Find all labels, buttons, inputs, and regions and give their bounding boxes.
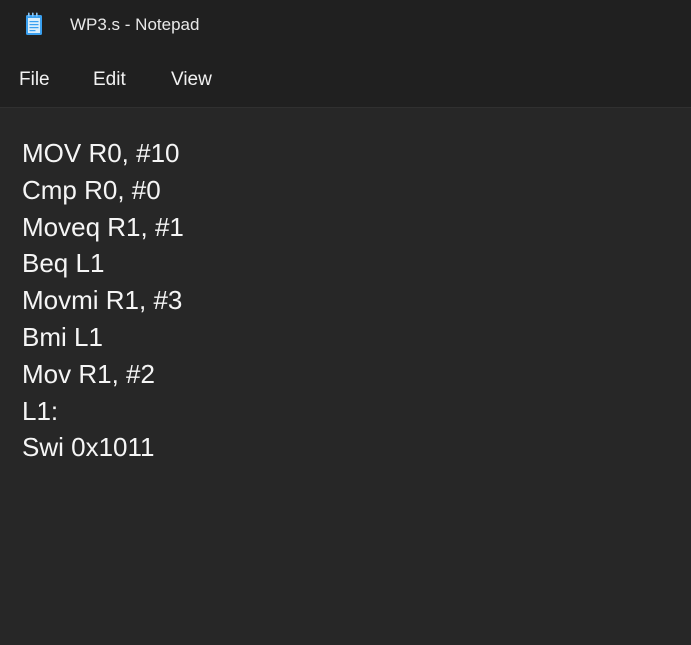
notepad-window: WP3.s - Notepad File Edit View MOV R0, #… — [0, 0, 691, 645]
code-line[interactable]: Moveq R1, #1 — [22, 209, 184, 246]
window-title: WP3.s - Notepad — [70, 15, 200, 34]
text-editor-area[interactable]: MOV R0, #10 Cmp R0, #0 Moveq R1, #1 Beq … — [0, 108, 691, 645]
code-line[interactable]: Cmp R0, #0 — [22, 172, 184, 209]
menu-view[interactable]: View — [171, 68, 212, 92]
menu-edit[interactable]: Edit — [93, 68, 126, 92]
code-line[interactable]: Swi 0x1011 — [22, 429, 184, 466]
code-line[interactable]: Movmi R1, #3 — [22, 282, 184, 319]
code-line[interactable]: L1: — [22, 393, 184, 430]
menu-bar: File Edit View — [0, 50, 691, 107]
code-line[interactable]: Mov R1, #2 — [22, 356, 184, 393]
code-line[interactable]: Bmi L1 — [22, 319, 184, 356]
editor-lines: MOV R0, #10 Cmp R0, #0 Moveq R1, #1 Beq … — [22, 135, 184, 466]
menu-file[interactable]: File — [19, 68, 50, 92]
code-line[interactable]: Beq L1 — [22, 245, 184, 282]
notepad-icon — [26, 12, 42, 35]
code-line[interactable]: MOV R0, #10 — [22, 135, 184, 172]
title-bar[interactable]: WP3.s - Notepad — [0, 0, 691, 50]
